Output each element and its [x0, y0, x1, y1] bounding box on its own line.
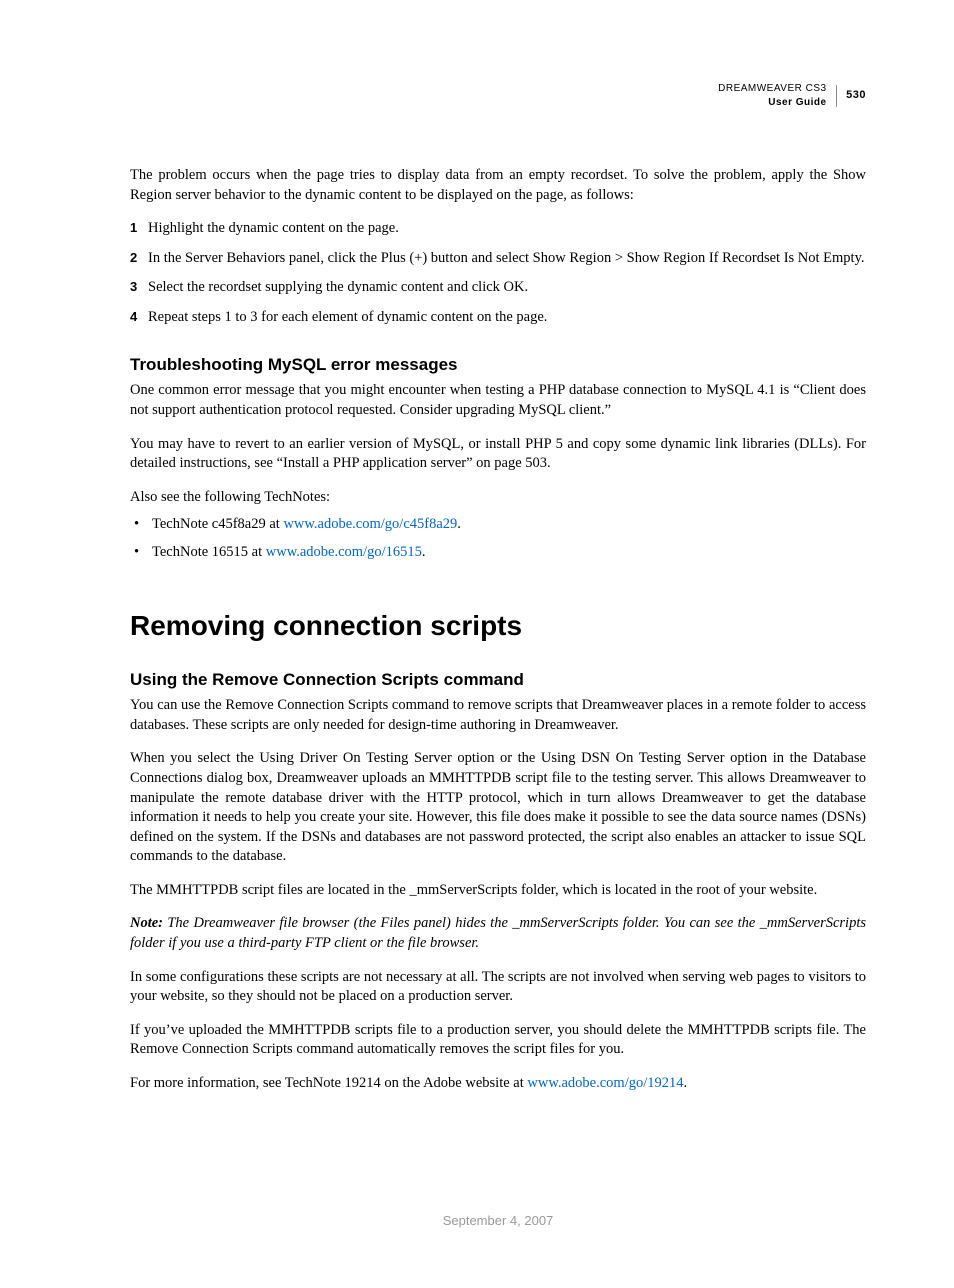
page-header: DREAMWEAVER CS3 User Guide 530 — [130, 82, 866, 110]
note-body: The Dreamweaver file browser (the Files … — [130, 915, 866, 951]
list-text: TechNote c45f8a29 at www.adobe.com/go/c4… — [152, 515, 866, 535]
body-text: You can use the Remove Connection Script… — [130, 696, 866, 735]
subhead-troubleshooting: Troubleshooting MySQL error messages — [130, 355, 866, 375]
chapter-heading: Removing connection scripts — [130, 610, 866, 642]
body-text: The MMHTTPDB script files are located in… — [130, 881, 866, 901]
text-run: For more information, see TechNote 19214… — [130, 1075, 527, 1091]
list-text: TechNote 16515 at www.adobe.com/go/16515… — [152, 543, 866, 563]
technote-link[interactable]: www.adobe.com/go/19214 — [527, 1075, 683, 1091]
body-text: Also see the following TechNotes: — [130, 488, 866, 508]
step-number: 4 — [130, 308, 148, 328]
guide-label: User Guide — [768, 97, 826, 108]
header-divider — [836, 85, 837, 107]
list-item: • TechNote 16515 at www.adobe.com/go/165… — [130, 543, 866, 563]
step-3: 3 Select the recordset supplying the dyn… — [130, 278, 866, 298]
text-run: . — [457, 516, 461, 532]
step-2: 2 In the Server Behaviors panel, click t… — [130, 249, 866, 269]
page-container: DREAMWEAVER CS3 User Guide 530 The probl… — [0, 0, 954, 1288]
step-4: 4 Repeat steps 1 to 3 for each element o… — [130, 308, 866, 328]
step-text: Highlight the dynamic content on the pag… — [148, 219, 866, 239]
step-text: Select the recordset supplying the dynam… — [148, 278, 866, 298]
intro-paragraph: The problem occurs when the page tries t… — [130, 166, 866, 205]
subhead-remove-scripts: Using the Remove Connection Scripts comm… — [130, 670, 866, 690]
page-number: 530 — [846, 88, 866, 103]
text-run: TechNote c45f8a29 at — [152, 516, 283, 532]
product-name: DREAMWEAVER CS3 — [718, 83, 826, 94]
body-text: If you’ve uploaded the MMHTTPDB scripts … — [130, 1021, 866, 1060]
step-number: 1 — [130, 219, 148, 239]
bullet-icon: • — [130, 543, 152, 563]
bullet-icon: • — [130, 515, 152, 535]
body-text: You may have to revert to an earlier ver… — [130, 435, 866, 474]
text-run: TechNote 16515 at — [152, 544, 266, 560]
body-text: For more information, see TechNote 19214… — [130, 1074, 866, 1094]
step-text: Repeat steps 1 to 3 for each element of … — [148, 308, 866, 328]
step-number: 2 — [130, 249, 148, 269]
technote-link[interactable]: www.adobe.com/go/16515 — [266, 544, 422, 560]
text-run: . — [422, 544, 426, 560]
body-text: When you select the Using Driver On Test… — [130, 749, 866, 866]
list-item: • TechNote c45f8a29 at www.adobe.com/go/… — [130, 515, 866, 535]
step-text: In the Server Behaviors panel, click the… — [148, 249, 866, 269]
step-1: 1 Highlight the dynamic content on the p… — [130, 219, 866, 239]
note-paragraph: Note: The Dreamweaver file browser (the … — [130, 914, 866, 953]
technote-link[interactable]: www.adobe.com/go/c45f8a29 — [283, 516, 457, 532]
text-run: . — [684, 1075, 688, 1091]
body-text: One common error message that you might … — [130, 381, 866, 420]
step-number: 3 — [130, 278, 148, 298]
body-text: In some configurations these scripts are… — [130, 968, 866, 1007]
footer-date: September 4, 2007 — [130, 1213, 866, 1228]
note-label: Note: — [130, 915, 167, 931]
